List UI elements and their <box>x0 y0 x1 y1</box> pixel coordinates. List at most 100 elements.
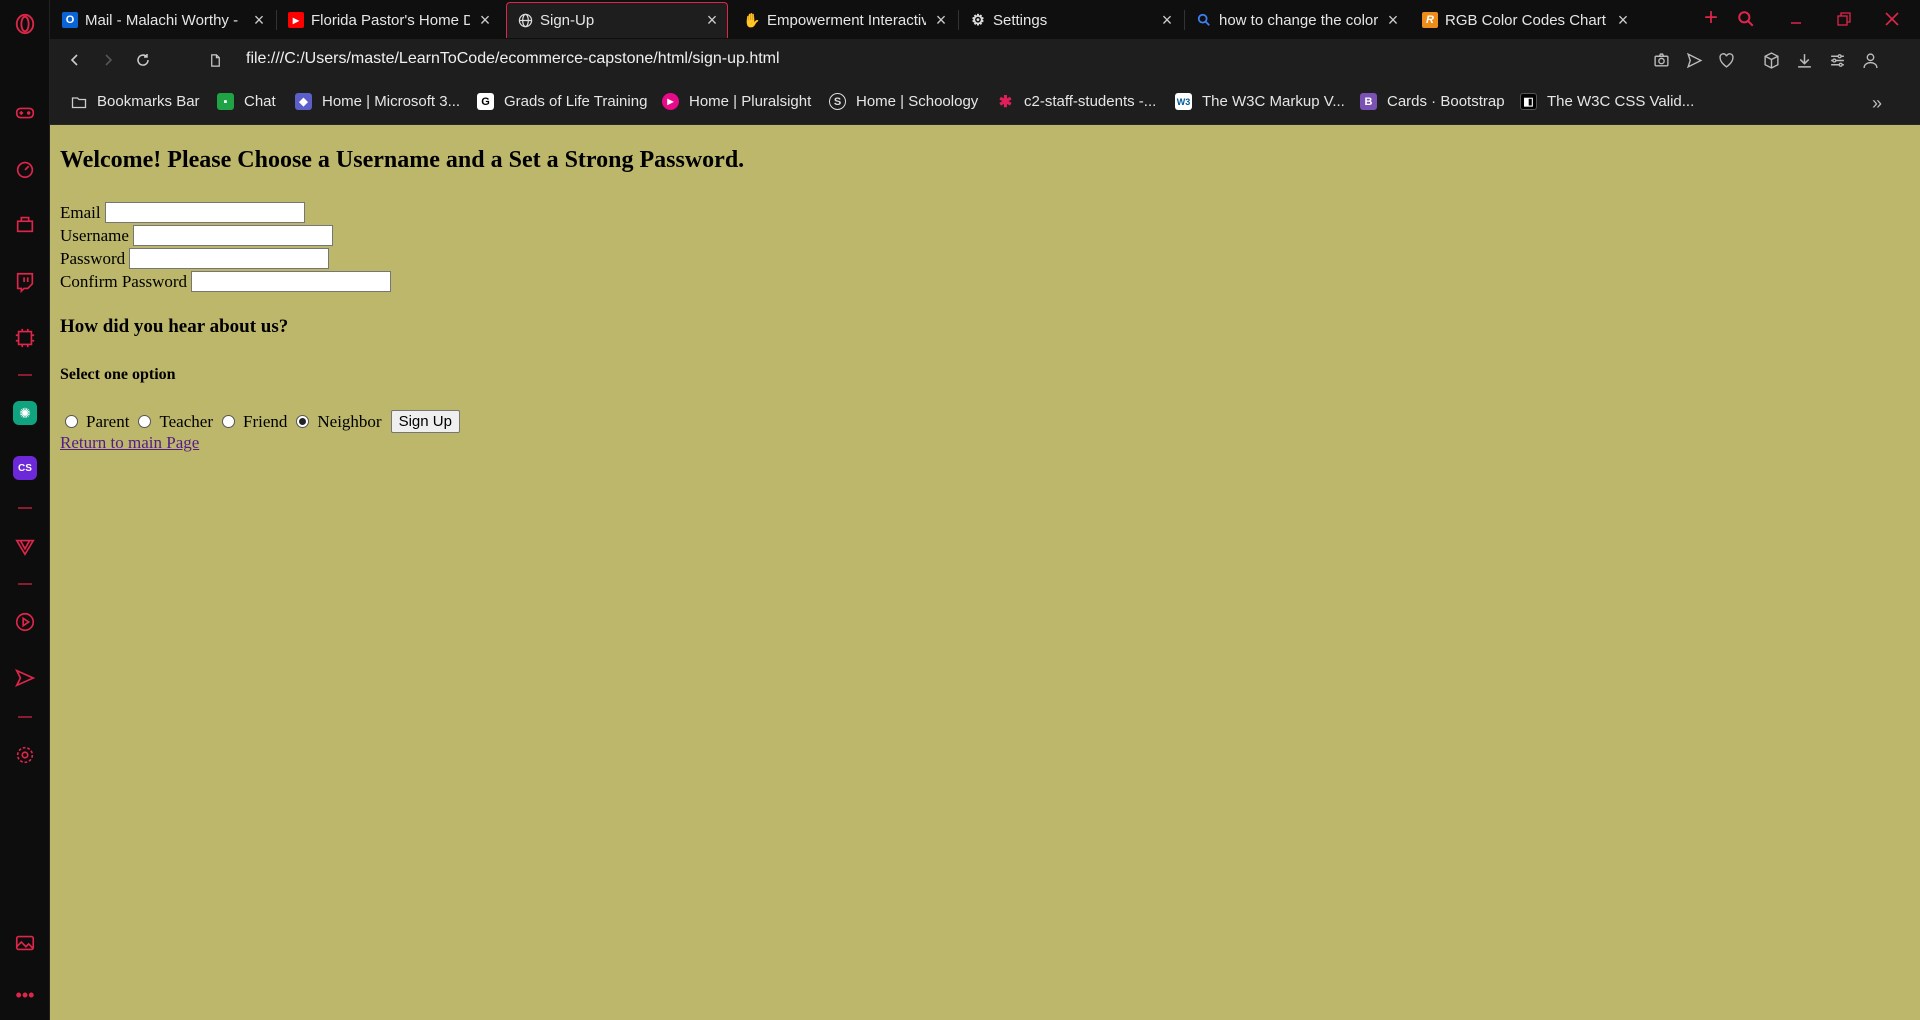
more-icon[interactable]: ••• <box>10 980 40 1010</box>
close-icon[interactable]: × <box>1384 10 1402 30</box>
close-icon[interactable]: × <box>250 10 268 30</box>
password-label: Password <box>60 248 126 268</box>
bookmark-label: Grads of Life Training <box>504 93 648 110</box>
radio-teacher[interactable] <box>138 415 152 428</box>
tab-title: how to change the color <box>1219 11 1378 29</box>
bookmark-microsoft[interactable]: ◆ Home | Microsoft 3... <box>295 93 460 110</box>
tab-youtube[interactable]: ▶ Florida Pastor's Home D × <box>278 2 500 38</box>
speedometer-icon[interactable] <box>10 154 40 184</box>
tab-sign-up[interactable]: Sign-Up × <box>506 2 728 38</box>
microsoft-icon: ◆ <box>295 93 312 110</box>
url-field[interactable]: file:///C:/Users/maste/LearnToCode/ecomm… <box>246 50 780 68</box>
minimize-icon[interactable] <box>1774 4 1818 34</box>
globe-icon <box>517 13 533 29</box>
reload-icon[interactable] <box>130 47 156 73</box>
password-field[interactable] <box>129 248 330 269</box>
bookmark-chat[interactable]: ▪ Chat <box>217 93 276 110</box>
close-window-icon[interactable] <box>1870 4 1914 34</box>
bookmark-bookmarks-bar[interactable]: Bookmarks Bar <box>70 93 200 110</box>
snapshot-icon[interactable] <box>1650 49 1672 71</box>
tab-search[interactable]: how to change the color × <box>1186 2 1408 38</box>
radio-label: Neighbor <box>317 411 382 431</box>
tab-mail[interactable]: O Mail - Malachi Worthy - × <box>52 2 274 38</box>
w3c-css-icon: ◧ <box>1520 93 1537 110</box>
folder-icon <box>70 93 87 110</box>
sign-up-button[interactable]: Sign Up <box>390 410 460 433</box>
chatgpt-icon[interactable]: ✺ <box>10 398 40 428</box>
bookmark-pluralsight[interactable]: ▶ Home | Pluralsight <box>662 93 811 110</box>
username-field[interactable] <box>132 225 333 246</box>
return-main-link[interactable]: Return to main Page <box>60 433 199 453</box>
bookmark-slack[interactable]: ✱ c2-staff-students -... <box>997 93 1157 111</box>
pluralsight-icon: ▶ <box>662 93 679 110</box>
confirm-password-label: Confirm Password <box>60 271 188 291</box>
bookmark-label: Home | Schoology <box>856 93 979 110</box>
schoology-icon: S <box>829 93 846 110</box>
twitch-icon[interactable] <box>10 267 40 297</box>
email-field[interactable] <box>104 202 305 223</box>
radio-friend[interactable] <box>221 415 235 428</box>
close-icon[interactable]: × <box>476 10 494 30</box>
referral-heading: How did you hear about us? <box>60 316 289 337</box>
opera-logo-icon[interactable] <box>10 9 40 39</box>
chevron-double-right-icon[interactable]: » <box>1872 93 1882 114</box>
wallpaper-icon[interactable] <box>10 928 40 958</box>
grads-icon: G <box>477 93 494 110</box>
youtube-icon: ▶ <box>288 12 304 28</box>
username-label: Username <box>60 225 129 245</box>
radio-parent[interactable] <box>65 415 78 428</box>
bookmark-schoology[interactable]: S Home | Schoology <box>829 93 978 110</box>
gx-corner-icon[interactable] <box>10 209 40 239</box>
new-tab-icon[interactable]: + <box>1698 6 1724 32</box>
tab-title: RGB Color Codes Chart ( <box>1445 11 1608 29</box>
bookmark-w3c-markup[interactable]: W3 The W3C Markup V... <box>1175 93 1345 110</box>
close-icon[interactable]: × <box>1158 10 1176 30</box>
cpu-limiter-icon[interactable] <box>10 323 40 353</box>
confirm-password-row: Confirm Password <box>60 271 392 292</box>
bookmark-bootstrap[interactable]: B Cards · Bootstrap <box>1360 93 1505 110</box>
bookmark-w3c-css[interactable]: ◧ The W3C CSS Valid... <box>1520 93 1694 110</box>
page-heading: Welcome! Please Choose a Username and a … <box>60 147 745 173</box>
gamepad-icon[interactable] <box>10 98 40 128</box>
rgb-chart-icon: R <box>1422 12 1438 28</box>
bookmark-label: c2-staff-students -... <box>1024 93 1157 110</box>
file-icon <box>202 47 228 73</box>
confirm-password-field[interactable] <box>191 271 392 292</box>
address-bar: file:///C:/Users/maste/LearnToCode/ecomm… <box>50 39 1920 81</box>
settings-gear-icon[interactable] <box>10 740 40 770</box>
page-content: Welcome! Please Choose a Username and a … <box>50 125 1920 1020</box>
close-icon[interactable]: × <box>1614 10 1632 30</box>
radio-label: Parent <box>86 411 130 431</box>
radio-neighbor[interactable] <box>296 415 310 428</box>
easy-setup-icon[interactable] <box>1826 49 1848 71</box>
send-icon[interactable] <box>10 663 40 693</box>
heart-icon[interactable] <box>1715 49 1737 71</box>
radio-label: Teacher <box>159 411 213 431</box>
restore-icon[interactable] <box>1822 4 1866 34</box>
close-icon[interactable]: × <box>703 10 721 30</box>
password-row: Password <box>60 248 330 269</box>
profile-icon[interactable] <box>1859 49 1881 71</box>
bookmarks-bar: Bookmarks Bar ▪ Chat ◆ Home | Microsoft … <box>50 81 1920 125</box>
forward-icon[interactable] <box>95 47 121 73</box>
vk-music-icon[interactable] <box>10 532 40 562</box>
tab-title: Empowerment Interactiv <box>767 11 926 29</box>
download-icon[interactable] <box>1793 49 1815 71</box>
tab-rgb-chart[interactable]: R RGB Color Codes Chart ( × <box>1412 2 1638 38</box>
share-send-icon[interactable] <box>1683 49 1705 71</box>
bookmark-label: The W3C Markup V... <box>1202 93 1345 110</box>
bookmark-grads-of-life[interactable]: G Grads of Life Training <box>477 93 647 110</box>
back-icon[interactable] <box>62 47 88 73</box>
hand-icon: ✋ <box>743 11 761 28</box>
tab-empowerment[interactable]: ✋ Empowerment Interactiv × <box>734 2 956 38</box>
bookmark-label: Home | Microsoft 3... <box>322 93 461 110</box>
cube-icon[interactable] <box>1760 49 1782 71</box>
search-tabs-icon[interactable] <box>1724 4 1768 34</box>
sidebar: ✺ CS ••• <box>0 0 50 1020</box>
chatsonic-icon[interactable]: CS <box>10 453 40 483</box>
tab-title: Settings <box>993 11 1048 29</box>
tab-settings[interactable]: ⚙ Settings × <box>960 2 1182 38</box>
player-icon[interactable] <box>10 607 40 637</box>
bookmark-label: Cards · Bootstrap <box>1387 93 1505 110</box>
close-icon[interactable]: × <box>932 10 950 30</box>
